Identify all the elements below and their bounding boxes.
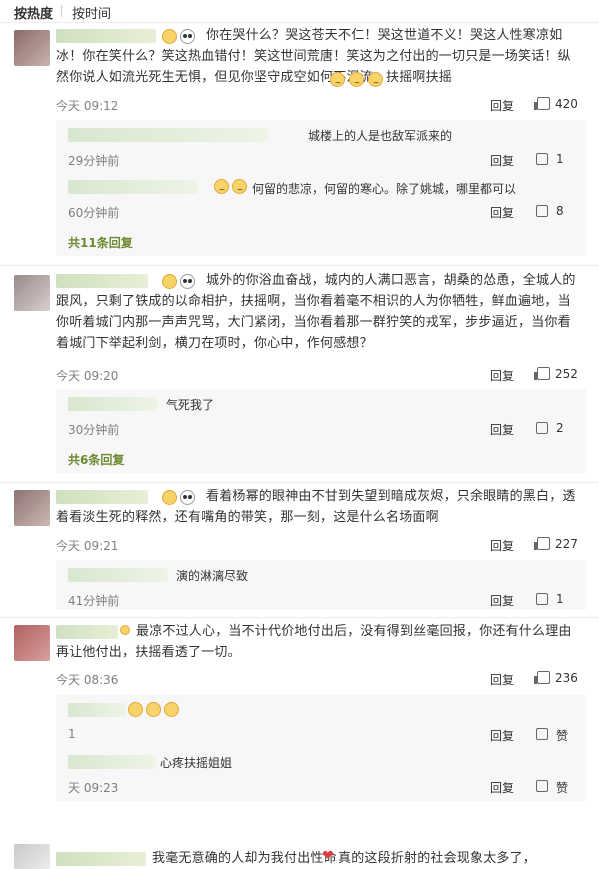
like-count: 227	[555, 537, 578, 551]
reply-list: 气死我了 30分钟前 回复 2 共6条回复	[56, 389, 586, 473]
thumbs-up-icon[interactable]	[536, 593, 548, 605]
tab-sort-by-hot[interactable]: 按热度	[14, 3, 53, 22]
reply-text: 城楼上的人是也敌军派来的	[308, 129, 453, 143]
reply-username[interactable]	[68, 128, 268, 142]
comment-time: 今天 09:21	[56, 539, 119, 553]
reply-button[interactable]: 回复	[490, 367, 514, 384]
more-replies-link[interactable]: 共11条回复	[68, 234, 133, 251]
comment-time: 今天 09:12	[56, 99, 119, 113]
comment-text-continued: 真的这段折射的社会现象太多了，	[338, 851, 537, 866]
divider	[0, 265, 599, 266]
like-count: 236	[555, 671, 578, 685]
reply-list: 城楼上的人是也敌军派来的 29分钟前 回复 1 何留的悲凉，何留的寒心。除了姚城…	[56, 120, 586, 256]
reply-text: 演的淋漓尽致	[176, 569, 249, 583]
thumbs-up-icon[interactable]	[536, 422, 548, 434]
like-count: 赞	[556, 781, 569, 795]
reply-button[interactable]: 回复	[490, 152, 514, 169]
username[interactable]	[56, 852, 146, 866]
reply-time: 41分钟前	[68, 594, 120, 608]
reply-time: 1	[68, 727, 76, 741]
thumbs-up-icon[interactable]	[536, 780, 548, 792]
comment-text: 看着杨幂的眼神由不甘到失望到暗成灰烬，只余眼睛的黑白，透着看淡生死的释然，还有嘴…	[56, 489, 576, 525]
comment-time: 今天 09:20	[56, 369, 119, 383]
reply-button[interactable]: 回复	[490, 97, 514, 114]
comment-text: 我毫无意确的人却为我付出性命	[152, 851, 337, 866]
reply-button[interactable]: 回复	[490, 727, 514, 744]
avatar[interactable]	[14, 844, 50, 869]
crying-emoji-icon	[164, 702, 179, 717]
reply-text: 何留的悲凉，何留的寒心。除了姚城，哪里都可以	[252, 182, 517, 196]
reply-time: 天 09:23	[68, 781, 119, 795]
sad-emoji-icon	[349, 72, 364, 87]
comment-text: 最凉不过人心，当不计代价地付出后，没有得到丝毫回报，你还有什么理由再让他付出，扶…	[56, 624, 572, 660]
like-count: 420	[555, 97, 578, 111]
sad-emoji-icon	[368, 72, 383, 87]
avatar[interactable]	[14, 30, 50, 66]
reply-button[interactable]: 回复	[490, 779, 514, 796]
more-replies-link[interactable]: 共6条回复	[68, 451, 124, 468]
reply-text: 气死我了	[166, 398, 215, 412]
thumbs-up-icon[interactable]	[536, 728, 548, 740]
tab-divider	[61, 5, 62, 17]
sad-emoji-icon	[330, 72, 345, 87]
avatar[interactable]	[14, 275, 50, 311]
reply-button[interactable]: 回复	[490, 204, 514, 221]
tab-sort-by-time[interactable]: 按时间	[72, 3, 111, 22]
thumbs-up-icon[interactable]	[534, 367, 550, 380]
reply-username[interactable]	[68, 703, 126, 717]
thumbs-up-icon[interactable]	[534, 671, 550, 684]
like-count: 赞	[556, 729, 569, 743]
reply-button[interactable]: 回复	[490, 592, 514, 609]
divider	[0, 482, 599, 483]
reply-time: 60分钟前	[68, 206, 120, 220]
reply-time: 30分钟前	[68, 423, 120, 437]
avatar[interactable]	[14, 490, 50, 526]
reply-button[interactable]: 回复	[490, 537, 514, 554]
comment-text: 城外的你浴血奋战，城内的人满口恶言，胡桑的怂恿，全城人的跟风，只剩了铁成的以命相…	[56, 273, 576, 351]
reply-username[interactable]	[68, 755, 156, 769]
heart-emoji-icon: ❤	[322, 848, 334, 864]
thumbs-up-icon[interactable]	[536, 153, 548, 165]
reply-list: 1 回复 赞 心疼扶摇姐姐 天 09:23 回复 赞	[56, 695, 586, 801]
like-count: 1	[556, 152, 564, 166]
reply-username[interactable]	[68, 397, 158, 411]
sad-emoji-icon	[214, 179, 229, 194]
like-count: 252	[555, 367, 578, 381]
like-count: 8	[556, 204, 564, 218]
divider	[0, 617, 599, 618]
like-count: 1	[556, 592, 564, 606]
reply-username[interactable]	[68, 568, 168, 582]
reply-button[interactable]: 回复	[490, 421, 514, 438]
thumbs-up-icon[interactable]	[534, 97, 550, 110]
crying-emoji-icon	[146, 702, 161, 717]
divider	[0, 22, 599, 23]
thumbs-up-icon[interactable]	[534, 537, 550, 550]
reply-text: 心疼扶摇姐姐	[160, 756, 233, 770]
sad-emoji-icon	[232, 179, 247, 194]
reply-button[interactable]: 回复	[490, 671, 514, 688]
reply-list: 演的淋漓尽致 41分钟前 回复 1	[56, 560, 586, 610]
reply-username[interactable]	[68, 180, 198, 194]
comment-time: 今天 08:36	[56, 673, 119, 687]
avatar[interactable]	[14, 625, 50, 661]
comment-text: 你在哭什么？哭这苍天不仁！哭这世道不义！哭这人性寒凉如冰！你在笑什么？笑这热血错…	[56, 28, 571, 85]
like-count: 2	[556, 421, 564, 435]
crying-emoji-icon	[128, 702, 143, 717]
thumbs-up-icon[interactable]	[536, 205, 548, 217]
sort-tabs: 按热度 按时间	[0, 0, 599, 22]
reply-time: 29分钟前	[68, 154, 120, 168]
